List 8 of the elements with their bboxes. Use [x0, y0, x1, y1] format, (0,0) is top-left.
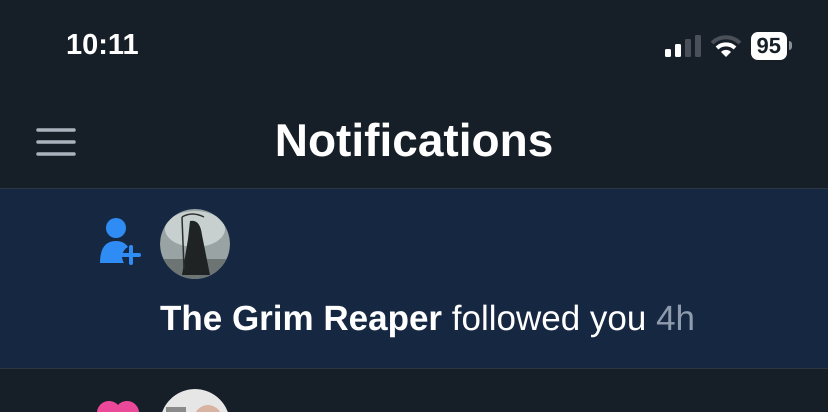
menu-icon[interactable]	[36, 128, 76, 156]
page-title: Notifications	[274, 113, 554, 168]
person-plus-icon	[98, 217, 142, 265]
signal-icon	[664, 34, 701, 56]
notification-row[interactable]: The Grim Reaper followed you 4h	[0, 189, 828, 368]
wifi-icon	[710, 34, 741, 56]
clock-time: 10:11	[66, 28, 139, 63]
notification-text: The Grim Reaper followed you 4h	[160, 298, 696, 340]
